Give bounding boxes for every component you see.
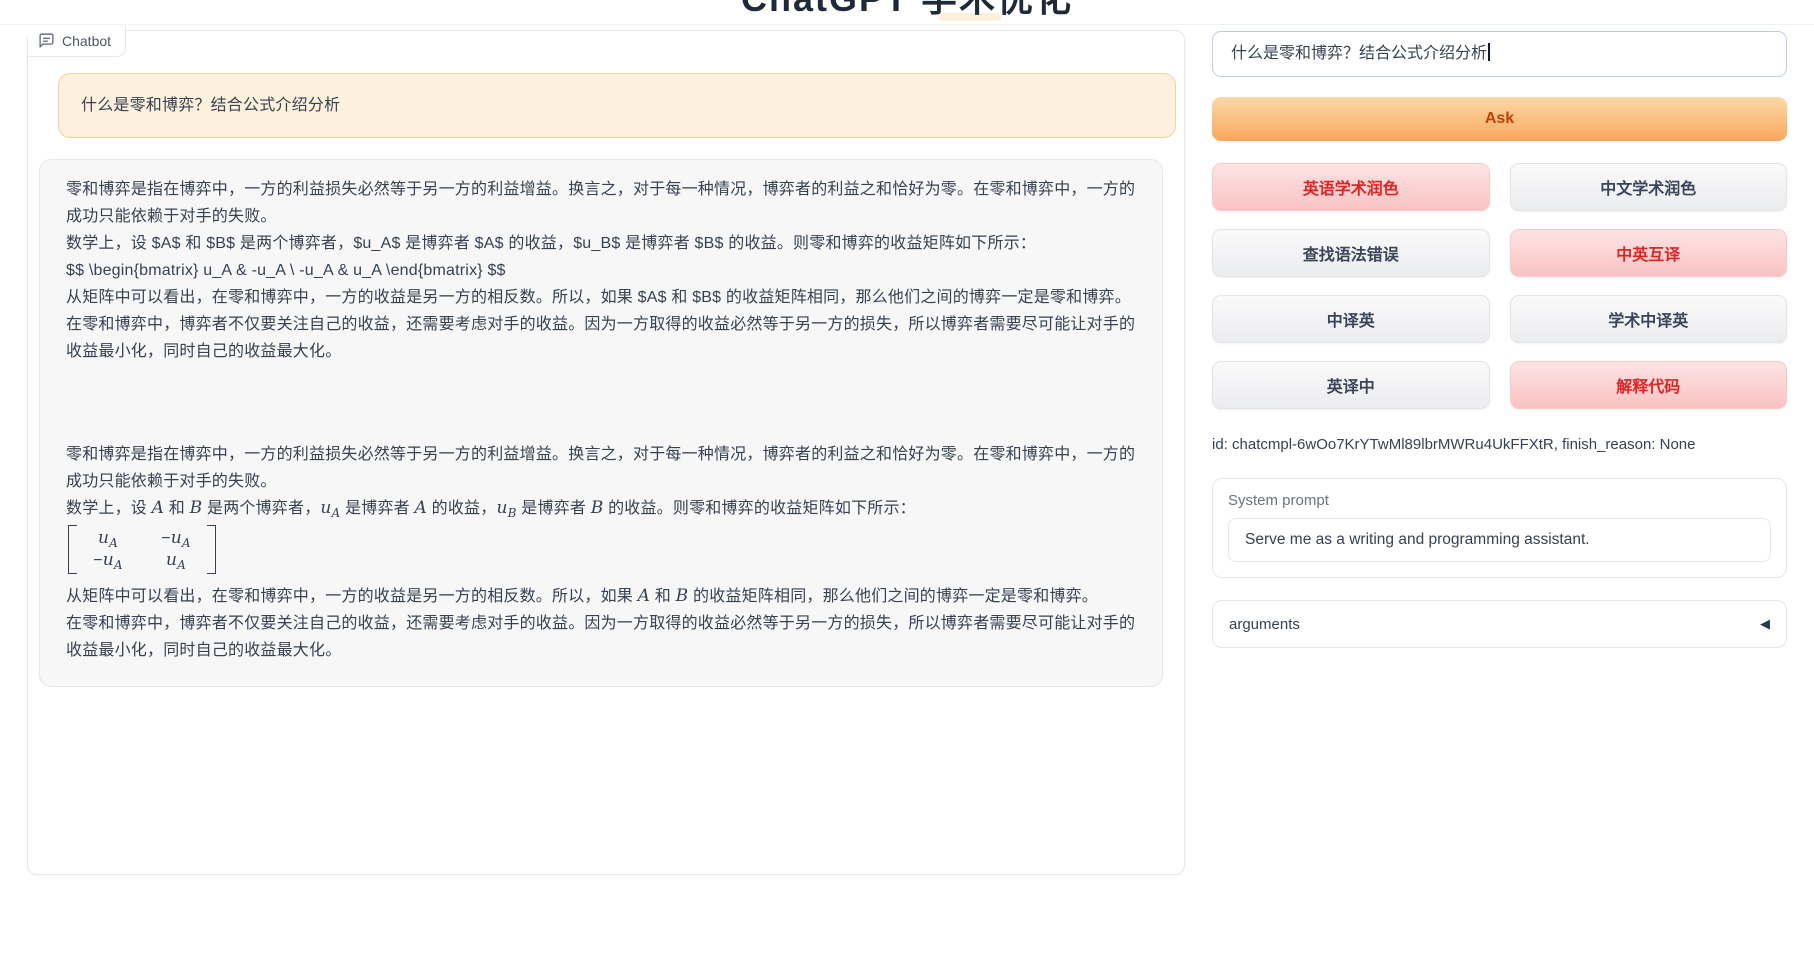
arguments-accordion[interactable]: arguments ◀ bbox=[1212, 600, 1787, 648]
zh-to-en-button[interactable]: 中译英 bbox=[1212, 295, 1490, 343]
academic-zh-to-en-button[interactable]: 学术中译英 bbox=[1510, 295, 1788, 343]
system-prompt-label: System prompt bbox=[1228, 492, 1771, 509]
chinese-academic-polish-button[interactable]: 中文学术润色 bbox=[1510, 163, 1788, 211]
bot-rendered-block: 零和博弈是指在博弈中，一方的利益损失必然等于另一方的利益增益。换言之，对于每一种… bbox=[66, 441, 1136, 664]
app-root: ChatGPT 学术优化 Chatbot 什么是零和博弈？结合公式介绍分析 零和… bbox=[0, 0, 1814, 961]
arguments-accordion-label: arguments bbox=[1229, 616, 1300, 633]
zh-en-mutual-translate-button[interactable]: 中英互译 bbox=[1510, 229, 1788, 277]
user-message-text: 什么是零和博弈？结合公式介绍分析 bbox=[81, 97, 340, 114]
explain-code-button[interactable]: 解释代码 bbox=[1510, 361, 1788, 409]
matrix-figure: uA−uA−uAuA bbox=[68, 525, 216, 574]
matrix-cell: −uA bbox=[155, 528, 197, 549]
bot-rendered-paragraph: 在零和博弈中，博弈者不仅要关注自己的收益，还需要考虑对手的收益。因为一方取得的收… bbox=[66, 610, 1136, 664]
system-prompt-input[interactable]: Serve me as a writing and programming as… bbox=[1228, 518, 1771, 562]
matrix-cell: uA bbox=[87, 528, 129, 549]
bot-message-gap bbox=[66, 365, 1136, 441]
top-divider bbox=[0, 24, 1814, 25]
user-message-bubble: 什么是零和博弈？结合公式介绍分析 bbox=[58, 73, 1176, 138]
text-caret bbox=[1488, 43, 1490, 61]
bot-rendered-paragraph: 零和博弈是指在博弈中，一方的利益损失必然等于另一方的利益增益。换言之，对于每一种… bbox=[66, 441, 1136, 495]
ask-button[interactable]: Ask bbox=[1212, 97, 1787, 141]
bot-raw-paragraph: 数学上，设 $A$ 和 $B$ 是两个博弈者，$u_A$ 是博弈者 $A$ 的收… bbox=[66, 230, 1136, 257]
matrix-cell: −uA bbox=[87, 550, 129, 571]
chatbot-panel-label: Chatbot bbox=[28, 26, 126, 57]
payoff-matrix: uA−uA−uAuA bbox=[66, 522, 1136, 583]
system-prompt-panel: System prompt Serve me as a writing and … bbox=[1212, 478, 1787, 578]
controls-column: 什么是零和博弈？结合公式介绍分析 Ask 英语学术润色中文学术润色查找语法错误中… bbox=[1212, 31, 1787, 648]
bot-raw-block: 零和博弈是指在博弈中，一方的利益损失必然等于另一方的利益增益。换言之，对于每一种… bbox=[66, 176, 1136, 365]
matrix-cell: uA bbox=[155, 550, 197, 571]
quick-actions-grid: 英语学术润色中文学术润色查找语法错误中英互译中译英学术中译英英译中解释代码 bbox=[1212, 163, 1787, 409]
bot-message-bubble: 零和博弈是指在博弈中，一方的利益损失必然等于另一方的利益增益。换言之，对于每一种… bbox=[39, 159, 1163, 687]
question-input[interactable]: 什么是零和博弈？结合公式介绍分析 bbox=[1212, 31, 1787, 77]
english-academic-polish-button[interactable]: 英语学术润色 bbox=[1212, 163, 1490, 211]
bot-raw-paragraph: 零和博弈是指在博弈中，一方的利益损失必然等于另一方的利益增益。换言之，对于每一种… bbox=[66, 176, 1136, 230]
question-input-value: 什么是零和博弈？结合公式介绍分析 bbox=[1231, 45, 1487, 62]
chatbot-panel: Chatbot 什么是零和博弈？结合公式介绍分析 零和博弈是指在博弈中，一方的利… bbox=[27, 30, 1185, 875]
bot-raw-paragraph: 在零和博弈中，博弈者不仅要关注自己的收益，还需要考虑对手的收益。因为一方取得的收… bbox=[66, 311, 1136, 365]
find-grammar-errors-button[interactable]: 查找语法错误 bbox=[1212, 229, 1490, 277]
bot-raw-paragraph: 从矩阵中可以看出，在零和博弈中，一方的收益是另一方的相反数。所以，如果 $A$ … bbox=[66, 284, 1136, 311]
accordion-collapse-icon: ◀ bbox=[1760, 616, 1770, 632]
chatbot-panel-label-text: Chatbot bbox=[62, 33, 111, 49]
chat-bubble-icon bbox=[38, 32, 55, 49]
en-to-zh-button[interactable]: 英译中 bbox=[1212, 361, 1490, 409]
bot-rendered-math-intro: 数学上，设 A 和 B 是两个博弈者，uA 是博弈者 A 的收益，uB 是博弈者… bbox=[66, 495, 1136, 522]
page-title-clipped: ChatGPT 学术优化 bbox=[0, 0, 1814, 22]
completion-status-line: id: chatcmpl-6wOo7KrYTwMl89lbrMWRu4UkFFX… bbox=[1212, 436, 1787, 453]
bot-raw-formula: $$ \begin{bmatrix} u_A & -u_A \ -u_A & u… bbox=[66, 257, 1136, 284]
page-title: ChatGPT 学术优化 bbox=[0, 0, 1814, 22]
bot-rendered-paragraph: 从矩阵中可以看出，在零和博弈中，一方的收益是另一方的相反数。所以，如果 A 和 … bbox=[66, 583, 1136, 610]
